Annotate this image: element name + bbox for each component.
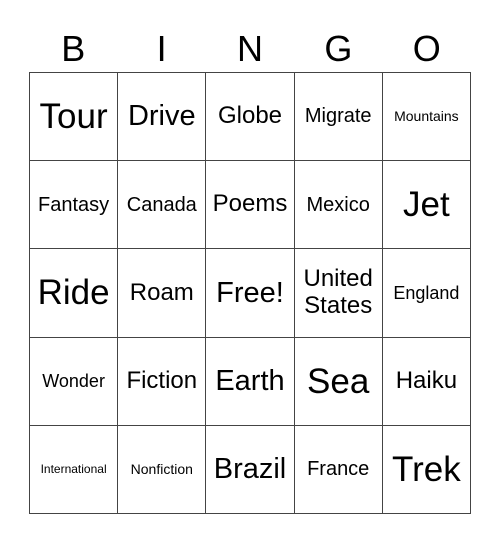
bingo-cell[interactable]: Jet <box>382 161 471 250</box>
header-letter-n: N <box>236 28 263 69</box>
bingo-cell[interactable]: Canada <box>118 161 207 250</box>
bingo-grid: Tour Drive Globe Migrate Mountains Fanta… <box>29 72 471 514</box>
header-letter-g: G <box>324 28 353 69</box>
bingo-header: B I N G O <box>29 26 471 72</box>
bingo-cell[interactable]: Roam <box>118 249 207 338</box>
free-space-cell[interactable]: Free! <box>206 249 295 338</box>
bingo-cell[interactable]: Fantasy <box>30 161 119 250</box>
bingo-cell[interactable]: Ride <box>30 249 119 338</box>
header-letter-o: O <box>412 28 441 69</box>
bingo-cell[interactable]: Trek <box>382 425 471 514</box>
bingo-cell[interactable]: Drive <box>118 73 207 162</box>
bingo-cell[interactable]: Sea <box>294 337 383 426</box>
bingo-cell[interactable]: Wonder <box>30 337 119 426</box>
bingo-cell[interactable]: Mexico <box>294 161 383 250</box>
bingo-cell[interactable]: Globe <box>206 73 295 162</box>
header-letter-i: I <box>156 28 167 69</box>
bingo-cell[interactable]: United States <box>294 249 383 338</box>
bingo-cell[interactable]: Mountains <box>382 73 471 162</box>
bingo-cell[interactable]: Migrate <box>294 73 383 162</box>
bingo-cell[interactable]: France <box>294 425 383 514</box>
bingo-cell[interactable]: Haiku <box>382 337 471 426</box>
bingo-cell[interactable]: Tour <box>30 73 119 162</box>
bingo-cell[interactable]: England <box>382 249 471 338</box>
bingo-cell[interactable]: International <box>30 425 119 514</box>
bingo-cell[interactable]: Brazil <box>206 425 295 514</box>
bingo-cell[interactable]: Fiction <box>118 337 207 426</box>
header-letter-b: B <box>61 28 86 69</box>
bingo-cell[interactable]: Nonfiction <box>118 425 207 514</box>
bingo-cell[interactable]: Poems <box>206 161 295 250</box>
bingo-cell[interactable]: Earth <box>206 337 295 426</box>
